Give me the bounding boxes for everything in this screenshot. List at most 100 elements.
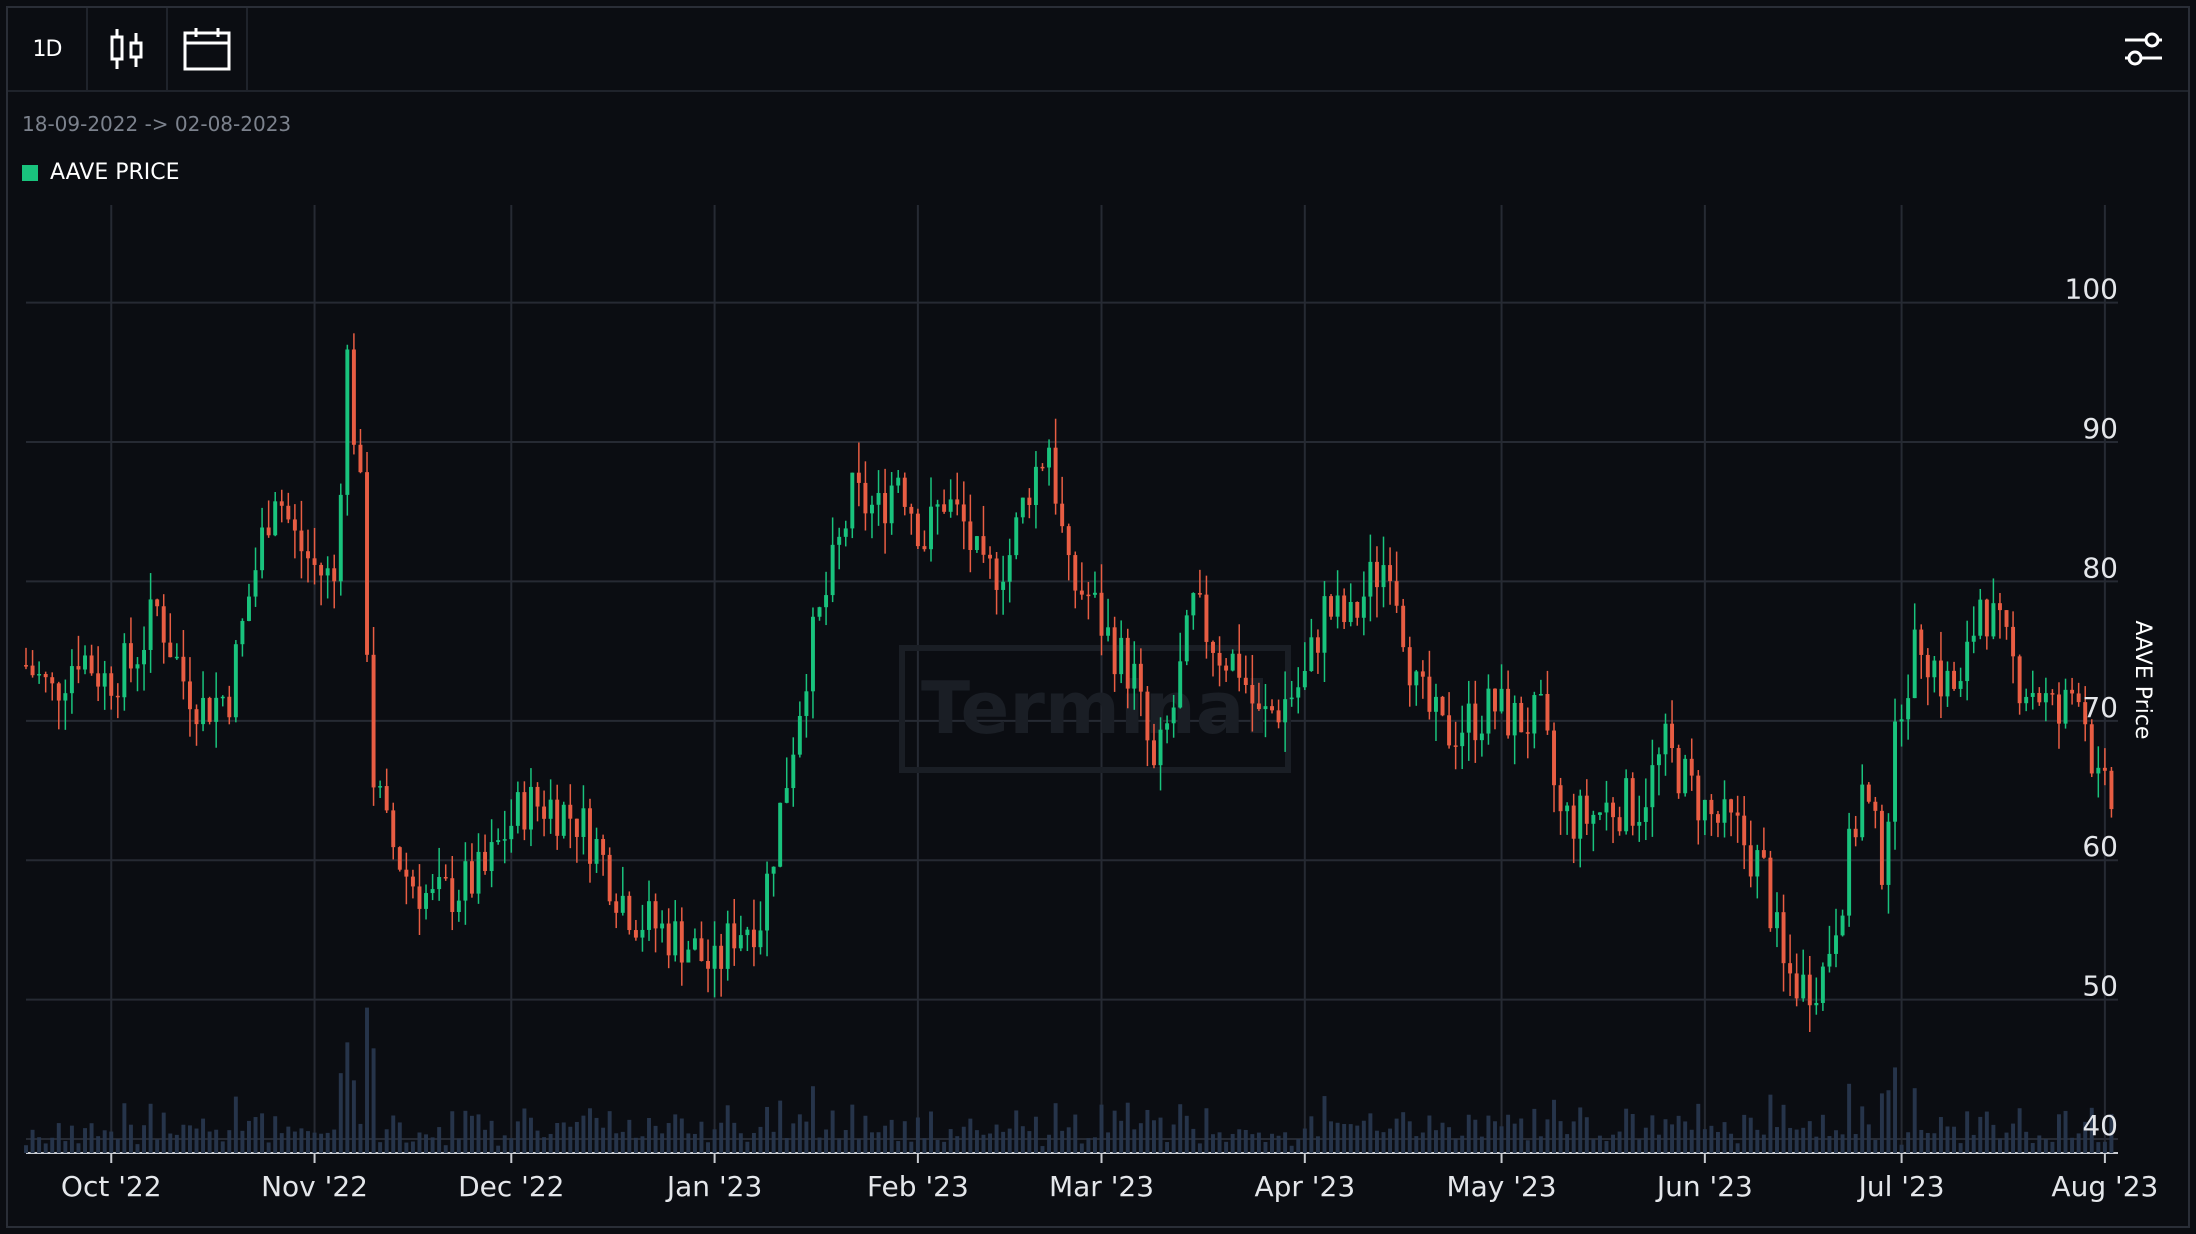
volume-bar bbox=[1840, 1134, 1845, 1153]
volume-bar bbox=[542, 1137, 547, 1153]
candle-body bbox=[1879, 810, 1884, 885]
volume-bar bbox=[1250, 1134, 1255, 1153]
volume-bar bbox=[1591, 1139, 1596, 1153]
candle-body bbox=[1066, 526, 1071, 556]
candle-body bbox=[1374, 561, 1379, 588]
candle-body bbox=[306, 551, 310, 559]
volume-bar bbox=[1879, 1093, 1884, 1153]
volume-bar bbox=[371, 1048, 376, 1153]
candle-body bbox=[1578, 795, 1583, 839]
volume-bar bbox=[247, 1120, 251, 1153]
volume-bar bbox=[1702, 1129, 1707, 1153]
volume-bar bbox=[1361, 1120, 1366, 1153]
volume-bar bbox=[1486, 1115, 1491, 1153]
candle-body bbox=[476, 851, 481, 894]
candle-body bbox=[712, 945, 717, 969]
volume-bar bbox=[647, 1118, 651, 1153]
volume-bar bbox=[1152, 1120, 1156, 1153]
volume-bar bbox=[1853, 1134, 1858, 1153]
volume-bar bbox=[896, 1141, 901, 1153]
candle-body bbox=[594, 839, 599, 864]
candle-body bbox=[1099, 592, 1104, 636]
volume-bar bbox=[109, 1131, 114, 1153]
candle-body bbox=[614, 901, 619, 913]
candle-body bbox=[732, 923, 737, 949]
volume-bar bbox=[496, 1145, 501, 1153]
candle-body bbox=[1801, 974, 1806, 999]
candle-body bbox=[1079, 590, 1084, 595]
candle-body bbox=[1007, 555, 1012, 582]
volume-bar bbox=[1394, 1118, 1399, 1153]
volume-bar bbox=[601, 1127, 606, 1153]
candle-body bbox=[771, 866, 776, 874]
candle-body bbox=[220, 696, 225, 699]
volume-bar bbox=[1020, 1126, 1025, 1153]
volume-bar bbox=[1270, 1133, 1274, 1153]
volume-bar bbox=[1997, 1138, 2002, 1153]
volume-bar bbox=[1617, 1131, 1622, 1153]
candle-body bbox=[378, 786, 383, 788]
y-axis-title: AAVE Price bbox=[2130, 621, 2155, 740]
volume-bars bbox=[24, 1007, 2114, 1153]
x-tick-label: May '23 bbox=[1446, 1170, 1556, 1203]
candle-body bbox=[1866, 784, 1871, 802]
candlestick-chart[interactable]: Terminal 40 50 60 70 80 90 100 Oct '22 Nov '22 D… bbox=[0, 0, 2196, 1234]
candle-body bbox=[384, 786, 389, 811]
candle-body bbox=[1820, 966, 1825, 1004]
candle-body bbox=[1060, 503, 1065, 527]
volume-bar bbox=[1420, 1132, 1425, 1153]
candle-body bbox=[1558, 785, 1563, 812]
candle-body bbox=[830, 544, 835, 596]
volume-bar bbox=[1761, 1134, 1766, 1153]
candle-body bbox=[273, 501, 278, 536]
y-tick-label: 80 bbox=[2082, 551, 2118, 584]
volume-bar bbox=[1558, 1121, 1563, 1153]
candle-body bbox=[279, 501, 284, 506]
candle-body bbox=[1958, 681, 1963, 689]
volume-bar bbox=[1440, 1122, 1445, 1153]
candle-body bbox=[640, 929, 645, 938]
candle-body bbox=[1597, 812, 1602, 815]
volume-bar bbox=[1407, 1121, 1412, 1153]
candle-body bbox=[1296, 687, 1301, 698]
candle-body bbox=[692, 938, 697, 950]
candle-body bbox=[96, 673, 101, 687]
candle-body bbox=[410, 876, 415, 887]
candle-body bbox=[240, 620, 245, 645]
volume-bar bbox=[581, 1115, 586, 1153]
candle-body bbox=[1119, 637, 1124, 675]
y-tick-label: 50 bbox=[2082, 970, 2118, 1003]
candle-body bbox=[1040, 466, 1045, 469]
candle-body bbox=[292, 519, 297, 531]
candle-body bbox=[620, 895, 625, 913]
candle-body bbox=[286, 505, 291, 520]
candle-body bbox=[515, 792, 520, 826]
volume-bar bbox=[692, 1133, 697, 1153]
volume-bar bbox=[37, 1137, 42, 1153]
candle-body bbox=[161, 606, 166, 643]
candle-body bbox=[2043, 693, 2048, 703]
y-tick-label: 70 bbox=[2082, 691, 2118, 724]
candle-body bbox=[2004, 610, 2009, 627]
volume-bar bbox=[2057, 1114, 2061, 1153]
volume-bar bbox=[456, 1138, 461, 1153]
volume-bar bbox=[1119, 1120, 1124, 1153]
candle-body bbox=[155, 599, 160, 607]
candle-body bbox=[24, 665, 28, 667]
y-tick-label: 100 bbox=[2065, 273, 2118, 306]
volume-bar bbox=[719, 1122, 724, 1153]
volume-bar bbox=[870, 1132, 874, 1153]
candle-body bbox=[233, 644, 238, 718]
candle-body bbox=[660, 923, 665, 929]
volume-bar bbox=[450, 1111, 455, 1153]
candle-body bbox=[1702, 799, 1707, 821]
candle-body bbox=[1250, 685, 1255, 704]
volume-bar bbox=[1715, 1131, 1720, 1153]
candle-body bbox=[424, 893, 429, 909]
candle-body bbox=[804, 691, 809, 716]
volume-bar bbox=[751, 1132, 756, 1153]
volume-bar bbox=[1912, 1088, 1917, 1153]
candle-body bbox=[1499, 688, 1504, 712]
candle-body bbox=[1906, 698, 1911, 720]
volume-bar bbox=[463, 1110, 468, 1153]
